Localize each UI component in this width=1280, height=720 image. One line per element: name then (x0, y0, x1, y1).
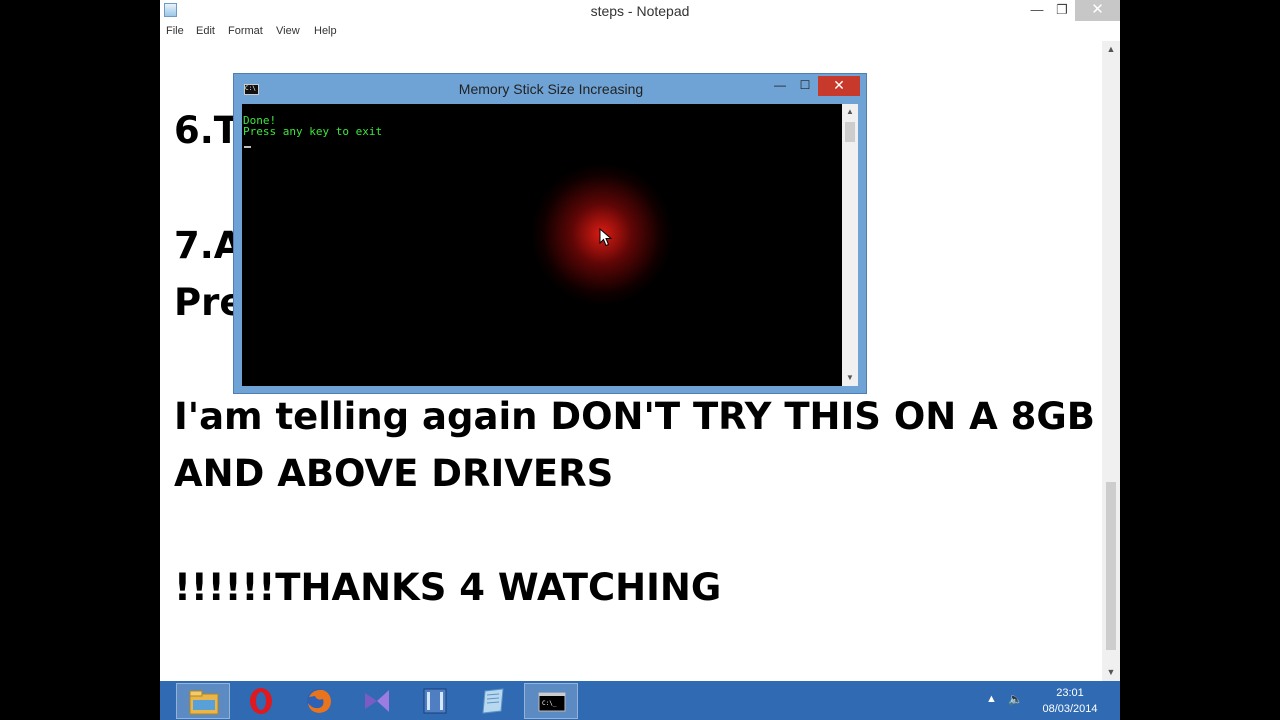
scrollbar-thumb[interactable] (1106, 482, 1116, 650)
notepad-menubar: File Edit Format View Help (160, 21, 1120, 42)
notepad-maximize-button[interactable]: ❐ (1049, 0, 1075, 21)
command-prompt-icon: C:\_ (538, 692, 566, 712)
svg-text:C:\_: C:\_ (542, 700, 557, 707)
notepad-minimize-button[interactable]: — (1024, 0, 1050, 21)
console-minimize-button[interactable]: — (767, 76, 793, 96)
notepad-title: steps - Notepad (590, 3, 690, 19)
console-close-button[interactable]: ✕ (818, 76, 860, 96)
clock-time[interactable]: 23:01 (1040, 687, 1100, 699)
console-vertical-scrollbar[interactable]: ▲ ▼ (842, 104, 858, 386)
text-caret (244, 146, 251, 148)
taskbar-visual-studio[interactable] (350, 683, 404, 719)
taskbar-command-prompt[interactable]: C:\_ (524, 683, 578, 719)
scroll-down-arrow-icon[interactable]: ▼ (842, 370, 858, 386)
taskbar-opera[interactable] (234, 683, 288, 719)
file-explorer-icon (189, 690, 219, 715)
scroll-up-arrow-icon[interactable]: ▲ (1102, 41, 1120, 58)
taskbar-film[interactable] (408, 683, 462, 719)
volume-icon[interactable]: 🔈 (1008, 692, 1023, 720)
visual-studio-icon (365, 690, 389, 712)
taskbar-notepad[interactable] (466, 683, 520, 719)
console-maximize-button[interactable]: ☐ (792, 76, 818, 96)
firefox-icon (307, 689, 331, 713)
menu-view[interactable]: View (276, 25, 300, 37)
taskbar-file-explorer[interactable] (176, 683, 230, 719)
menu-edit[interactable]: Edit (196, 25, 215, 37)
scroll-down-arrow-icon[interactable]: ▼ (1102, 664, 1120, 681)
menu-help[interactable]: Help (314, 25, 337, 37)
text-line: 6.T (174, 109, 240, 152)
scrollbar-thumb[interactable] (845, 122, 855, 142)
film-icon (423, 688, 447, 714)
menu-format[interactable]: Format (228, 25, 263, 37)
text-line: I'am telling again DON'T TRY THIS ON A 8… (174, 395, 1095, 438)
clock-date[interactable]: 08/03/2014 (1034, 703, 1106, 715)
text-line: AND ABOVE DRIVERS (174, 452, 614, 495)
taskbar-firefox[interactable] (292, 683, 346, 719)
desktop-screen: steps - Notepad — ❐ ✕ File Edit Format V… (160, 0, 1120, 720)
mouse-pointer-icon (599, 228, 613, 247)
notepad-titlebar[interactable]: steps - Notepad — ❐ ✕ (160, 0, 1120, 21)
menu-file[interactable]: File (166, 25, 184, 37)
console-output-area[interactable]: Done! Press any key to exit (242, 104, 842, 386)
notepad-vertical-scrollbar[interactable]: ▲ ▼ (1102, 41, 1120, 681)
text-line: !!!!!!THANKS 4 WATCHING (174, 566, 722, 609)
tray-overflow-arrow-icon[interactable]: ▲ (986, 693, 997, 720)
opera-icon (250, 688, 272, 714)
notepad-close-button[interactable]: ✕ (1075, 0, 1120, 21)
scroll-up-arrow-icon[interactable]: ▲ (842, 104, 858, 120)
notepad-icon (482, 688, 504, 714)
console-window[interactable]: C:\ Memory Stick Size Increasing — ☐ ✕ D… (233, 73, 867, 394)
taskbar: C:\_ ▲ 🔈 23:01 08/03/2014 (160, 681, 1120, 720)
console-line: Press any key to exit (243, 125, 383, 138)
